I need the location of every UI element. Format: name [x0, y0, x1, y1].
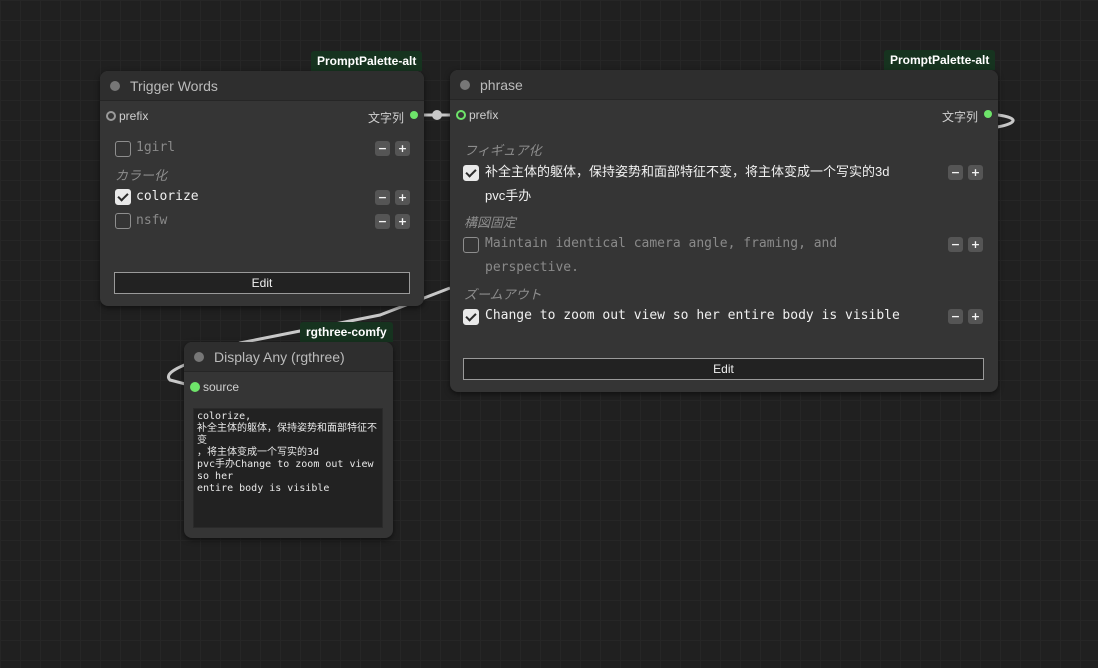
checkbox-nsfw[interactable]	[115, 213, 131, 229]
node-title-bar[interactable]: Display Any (rgthree)	[184, 342, 393, 372]
input-label: source	[203, 380, 240, 394]
slot-row-source: source	[184, 379, 393, 395]
node-title: Trigger Words	[130, 78, 218, 94]
checkbox-figure[interactable]	[463, 165, 479, 181]
edit-button[interactable]: Edit	[463, 358, 984, 380]
slot-row-prefix: prefix 文字列	[100, 108, 424, 125]
collapse-dot-icon[interactable]	[194, 352, 204, 362]
output-slot-icon[interactable]	[410, 111, 418, 119]
item-label-colorize: colorize	[136, 189, 199, 204]
checkbox-composition[interactable]	[463, 237, 479, 253]
output-label: 文字列	[941, 110, 978, 124]
node-title: phrase	[480, 77, 523, 93]
minus-button[interactable]: −	[948, 309, 963, 324]
item-label-composition-line2: perspective.	[485, 260, 579, 275]
collapse-dot-icon[interactable]	[460, 80, 470, 90]
checkbox-1girl[interactable]	[115, 141, 131, 157]
node-badge-trigger-words: PromptPalette-alt	[311, 51, 423, 71]
output-label: 文字列	[367, 111, 404, 125]
item-label-figure-line2: pvc手办	[485, 188, 532, 203]
collapse-dot-icon[interactable]	[110, 81, 120, 91]
item-label-zoom-out: Change to zoom out view so her entire bo…	[485, 308, 900, 323]
minus-button[interactable]: −	[375, 214, 390, 229]
input-label: prefix	[119, 109, 149, 123]
plus-button[interactable]: +	[968, 237, 983, 252]
graph-canvas[interactable]: PromptPalette-alt Trigger Words prefix 文…	[0, 0, 1098, 668]
item-label-1girl: 1girl	[136, 140, 176, 155]
plus-button[interactable]: +	[395, 214, 410, 229]
plus-button[interactable]: +	[395, 190, 410, 205]
node-trigger-words[interactable]: Trigger Words prefix 文字列 1girl − + カラー化 …	[100, 71, 424, 306]
checkbox-zoom-out[interactable]	[463, 309, 479, 325]
item-label-composition-line1: Maintain identical camera angle, framing…	[485, 236, 838, 251]
input-label: prefix	[469, 108, 499, 122]
checkbox-colorize[interactable]	[115, 189, 131, 205]
category-label: フィギュア化	[464, 143, 542, 158]
plus-button[interactable]: +	[395, 141, 410, 156]
link-midpoint-dot[interactable]	[432, 110, 442, 120]
item-label-figure-line1: 补全主体的躯体，保持姿势和面部特征不变，将主体变成一个写实的3d	[485, 164, 890, 179]
input-slot-icon[interactable]	[456, 110, 466, 120]
category-label: カラー化	[115, 168, 168, 183]
item-label-nsfw: nsfw	[136, 213, 168, 228]
minus-button[interactable]: −	[375, 141, 390, 156]
node-phrase[interactable]: phrase prefix 文字列 フィギュア化 补全主体的躯体，保持姿势和面部…	[450, 70, 998, 392]
minus-button[interactable]: −	[948, 165, 963, 180]
category-label: ズームアウト	[464, 287, 542, 302]
output-textarea[interactable]: colorize, 补全主体的躯体，保持姿势和面部特征不变 ，将主体变成一个写实…	[193, 408, 383, 528]
slot-row-prefix: prefix 文字列	[450, 107, 998, 124]
node-title-bar[interactable]: phrase	[450, 70, 998, 100]
node-display-any[interactable]: Display Any (rgthree) source colorize, 补…	[184, 342, 393, 538]
node-badge-display-any: rgthree-comfy	[300, 322, 393, 342]
category-label: 構図固定	[464, 215, 517, 230]
input-slot-icon[interactable]	[190, 382, 200, 392]
node-title: Display Any (rgthree)	[214, 349, 345, 365]
node-badge-phrase: PromptPalette-alt	[884, 50, 996, 70]
plus-button[interactable]: +	[968, 309, 983, 324]
node-title-bar[interactable]: Trigger Words	[100, 71, 424, 101]
edit-button[interactable]: Edit	[114, 272, 410, 294]
plus-button[interactable]: +	[968, 165, 983, 180]
input-slot-icon[interactable]	[106, 111, 116, 121]
output-slot-icon[interactable]	[984, 110, 992, 118]
minus-button[interactable]: −	[948, 237, 963, 252]
minus-button[interactable]: −	[375, 190, 390, 205]
